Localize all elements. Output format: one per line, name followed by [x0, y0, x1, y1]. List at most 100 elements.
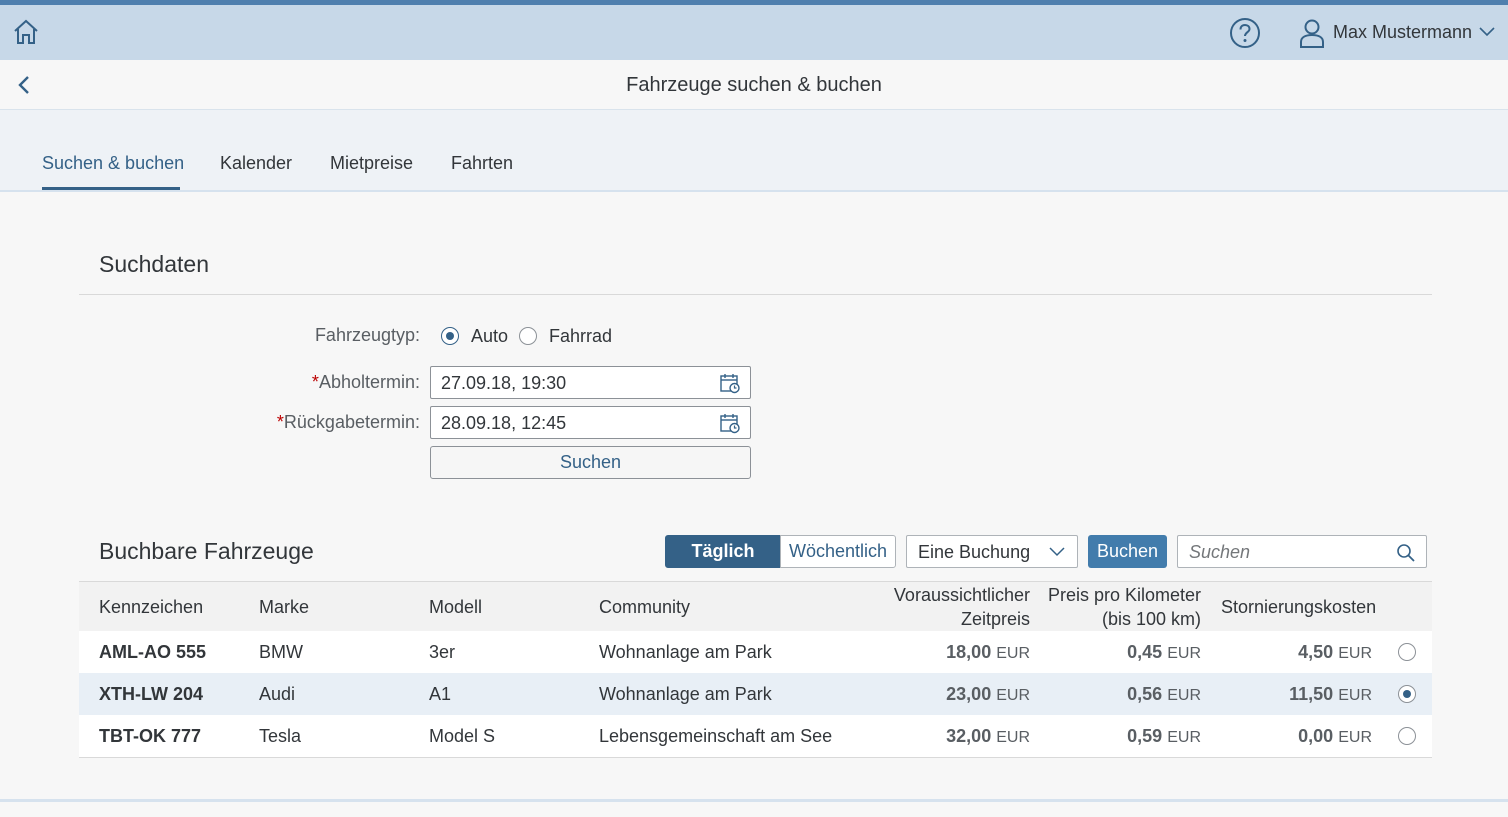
- col-community: Community: [599, 597, 691, 617]
- search-section-title: Suchdaten: [99, 251, 209, 277]
- calendar-icon[interactable]: [719, 372, 741, 394]
- tab-rental-prices[interactable]: Mietpreise: [330, 153, 413, 174]
- currency: EUR: [1338, 687, 1372, 704]
- booking-type-value: Eine Buchung: [918, 542, 1031, 562]
- cell-km-price: 0,59 EUR: [1039, 726, 1201, 747]
- chevron-down-icon[interactable]: [1478, 25, 1496, 39]
- cancel-cost-amount: 11,50: [1289, 684, 1334, 704]
- radio-bicycle-label[interactable]: Fahrrad: [549, 326, 612, 347]
- cell-plate: AML-AO 555: [99, 642, 207, 662]
- col-time-price: Voraussichtlicher Zeitpreis: [879, 583, 1030, 631]
- cell-community: Lebensgemeinschaft am See: [599, 726, 833, 746]
- col-cancel-cost: Stornierungskosten: [1221, 597, 1377, 617]
- km-price-amount: 0,56: [1127, 684, 1163, 704]
- pickup-label-text: Abholtermin:: [318, 372, 420, 392]
- row-select-radio[interactable]: [1398, 643, 1416, 661]
- cell-model: 3er: [429, 642, 456, 662]
- cell-cancel-cost: 11,50 EUR: [1221, 684, 1372, 705]
- tab-trips[interactable]: Fahrten: [451, 153, 513, 174]
- home-icon[interactable]: [12, 18, 40, 46]
- cell-model: A1: [429, 684, 452, 704]
- cancel-cost-amount: 4,50: [1298, 642, 1334, 662]
- cell-brand: Tesla: [259, 726, 302, 746]
- cell-cancel-cost: 0,00 EUR: [1221, 726, 1372, 747]
- row-select-radio[interactable]: [1398, 727, 1416, 745]
- cell-brand: BMW: [259, 642, 303, 662]
- km-price-amount: 0,45: [1127, 642, 1163, 662]
- user-icon[interactable]: [1298, 18, 1326, 48]
- user-name[interactable]: Max Mustermann: [1333, 22, 1472, 43]
- cancel-cost-amount: 0,00: [1298, 726, 1334, 746]
- shell-bar: Max Mustermann: [0, 5, 1508, 60]
- active-tab-indicator: [42, 187, 180, 190]
- currency: EUR: [996, 645, 1030, 662]
- cell-time-price: 32,00 EUR: [879, 726, 1030, 747]
- pickup-label: *Abholtermin:: [80, 372, 420, 393]
- col-km-price-line1: Preis pro Kilometer: [1047, 585, 1201, 605]
- return-date-value: 28.09.18, 12:45: [441, 413, 567, 433]
- segment-daily[interactable]: Täglich: [665, 535, 781, 568]
- col-model: Modell: [429, 597, 483, 617]
- cell-community: Wohnanlage am Park: [599, 642, 772, 662]
- currency: EUR: [1167, 645, 1201, 662]
- col-brand: Marke: [259, 597, 310, 617]
- col-plate: Kennzeichen: [99, 597, 204, 617]
- col-km-price-line2: (bis 100 km): [1101, 609, 1201, 629]
- table-row[interactable]: XTH-LW 204 Audi A1 Wohnanlage am Park 23…: [79, 673, 1432, 716]
- footer-divider: [0, 799, 1508, 802]
- cell-cancel-cost: 4,50 EUR: [1221, 642, 1372, 663]
- tab-bar: Suchen & buchen Kalender Mietpreise Fahr…: [0, 110, 1508, 192]
- currency: EUR: [1338, 729, 1372, 746]
- currency: EUR: [1167, 687, 1201, 704]
- currency: EUR: [1167, 729, 1201, 746]
- table-row[interactable]: AML-AO 555 BMW 3er Wohnanlage am Park 18…: [79, 631, 1432, 674]
- radio-bicycle[interactable]: [519, 327, 537, 345]
- page-header: Fahrzeuge suchen & buchen: [0, 60, 1508, 110]
- vehicle-type-label: Fahrzeugtyp:: [314, 325, 420, 345]
- chevron-down-icon: [1049, 547, 1065, 557]
- search-placeholder: Suchen: [1189, 542, 1251, 562]
- cell-plate: TBT-OK 777: [99, 726, 202, 746]
- search-icon[interactable]: [1396, 543, 1416, 563]
- currency: EUR: [996, 687, 1030, 704]
- cell-km-price: 0,56 EUR: [1039, 684, 1201, 705]
- book-button[interactable]: Buchen: [1088, 535, 1167, 568]
- col-time-price-line2: Zeitpreis: [960, 609, 1030, 629]
- col-km-price: Preis pro Kilometer (bis 100 km): [1039, 583, 1201, 631]
- km-price-amount: 0,59: [1127, 726, 1163, 746]
- time-price-amount: 32,00: [946, 726, 992, 746]
- table-row[interactable]: TBT-OK 777 Tesla Model S Lebensgemeinsch…: [79, 715, 1432, 758]
- tab-search-book[interactable]: Suchen & buchen: [42, 153, 184, 174]
- booking-type-select[interactable]: Eine Buchung: [906, 535, 1078, 568]
- return-date-field[interactable]: 28.09.18, 12:45: [430, 406, 751, 439]
- tab-calendar[interactable]: Kalender: [220, 153, 292, 174]
- table-search-input[interactable]: Suchen: [1177, 535, 1427, 568]
- table-header: Kennzeichen Marke Modell Community Vorau…: [79, 581, 1432, 632]
- pickup-date-field[interactable]: 27.09.18, 19:30: [430, 366, 751, 399]
- time-price-amount: 23,00: [946, 684, 992, 704]
- search-button[interactable]: Suchen: [430, 446, 751, 479]
- time-price-amount: 18,00: [946, 642, 992, 662]
- section-divider: [79, 294, 1432, 295]
- help-icon[interactable]: [1229, 17, 1261, 49]
- radio-auto[interactable]: [441, 327, 459, 345]
- return-label: *Rückgabetermin:: [80, 412, 420, 433]
- cell-model: Model S: [429, 726, 496, 746]
- currency: EUR: [996, 729, 1030, 746]
- cell-time-price: 18,00 EUR: [879, 642, 1030, 663]
- required-marker: *: [276, 412, 284, 432]
- return-label-text: Rückgabetermin:: [283, 412, 420, 432]
- pickup-date-value: 27.09.18, 19:30: [441, 373, 567, 393]
- cell-plate: XTH-LW 204: [99, 684, 204, 704]
- row-select-radio[interactable]: [1398, 685, 1416, 703]
- segment-weekly[interactable]: Wöchentlich: [780, 535, 896, 568]
- col-time-price-line1: Voraussichtlicher: [893, 585, 1030, 605]
- cell-time-price: 23,00 EUR: [879, 684, 1030, 705]
- cell-brand: Audi: [259, 684, 296, 704]
- radio-auto-label[interactable]: Auto: [471, 326, 508, 347]
- calendar-icon[interactable]: [719, 412, 741, 434]
- page-title: Fahrzeuge suchen & buchen: [626, 74, 882, 96]
- cell-km-price: 0,45 EUR: [1039, 642, 1201, 663]
- results-section-title: Buchbare Fahrzeuge: [99, 538, 314, 564]
- required-marker: *: [311, 372, 319, 392]
